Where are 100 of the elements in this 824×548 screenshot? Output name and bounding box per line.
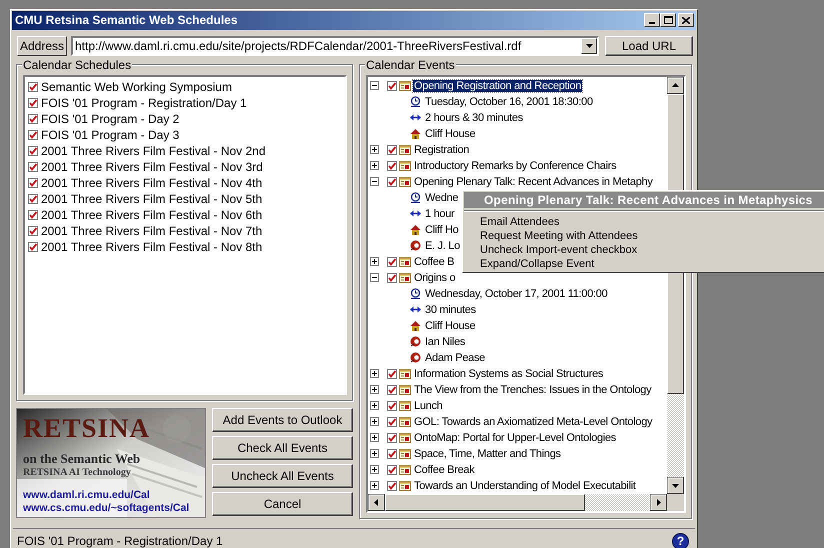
checkbox[interactable] xyxy=(28,178,38,188)
action-button[interactable]: Check All Events xyxy=(212,436,353,460)
checkbox[interactable] xyxy=(387,464,397,475)
event-item[interactable]: Registration xyxy=(413,144,470,156)
event-item[interactable]: Coffee Break xyxy=(413,464,476,476)
event-item[interactable]: Introductory Remarks by Conference Chairs xyxy=(413,160,618,172)
event-item[interactable]: Towards an Understanding of Model Executabilit xyxy=(413,480,637,492)
expand-icon[interactable] xyxy=(370,433,379,442)
expand-icon[interactable] xyxy=(370,465,379,474)
maximize-button[interactable] xyxy=(660,13,676,28)
collapse-icon[interactable] xyxy=(370,273,379,282)
calendar-icon xyxy=(399,480,411,491)
action-button[interactable]: Cancel xyxy=(212,492,353,516)
menu-item[interactable]: Uncheck Import-event checkbox xyxy=(464,243,824,257)
address-field[interactable]: http://www.daml.ri.cmu.edu/site/projects/RDFCalendar/2001-ThreeRiversFestival.rdf xyxy=(71,36,599,56)
checkbox[interactable] xyxy=(387,176,397,187)
menu-item[interactable]: Request Meeting with Attendees xyxy=(464,229,824,243)
action-button[interactable]: Add Events to Outlook xyxy=(212,408,353,432)
event-item[interactable]: OntoMap: Portal for Upper-Level Ontologies xyxy=(413,432,618,444)
schedule-item[interactable]: Semantic Web Working Symposium xyxy=(41,80,232,94)
calendar-icon xyxy=(399,176,411,187)
checkbox[interactable] xyxy=(28,82,38,92)
expand-icon[interactable] xyxy=(370,385,379,394)
close-icon xyxy=(682,16,690,24)
expand-icon[interactable] xyxy=(370,161,379,170)
checkbox[interactable] xyxy=(387,448,397,459)
event-item[interactable]: Opening Plenary Talk: Recent Advances in Metaphy xyxy=(413,176,654,188)
event-item[interactable]: Opening Registration and Reception xyxy=(413,80,582,92)
checkbox[interactable] xyxy=(28,242,38,252)
checkbox[interactable] xyxy=(28,194,38,204)
menu-item[interactable]: Email Attendees xyxy=(464,215,824,229)
status-text: FOIS '01 Program - Registration/Day 1 xyxy=(17,534,224,548)
maximize-icon xyxy=(664,16,672,24)
event-item[interactable]: Coffee B xyxy=(413,256,456,268)
schedule-item[interactable]: 2001 Three Rivers Film Festival - Nov 2nd xyxy=(41,144,266,158)
collapse-icon[interactable] xyxy=(370,81,379,90)
checkbox[interactable] xyxy=(387,272,397,283)
checkbox[interactable] xyxy=(387,368,397,379)
checkbox[interactable] xyxy=(28,162,38,172)
scroll-down-button[interactable] xyxy=(667,476,684,494)
scroll-thumb[interactable] xyxy=(385,494,585,511)
checkbox[interactable] xyxy=(387,480,397,491)
banner-link[interactable]: www.cs.cmu.edu/~softagents/Cal xyxy=(23,502,190,514)
minimize-button[interactable] xyxy=(644,13,660,28)
calendar-icon xyxy=(399,432,411,443)
checkbox[interactable] xyxy=(387,400,397,411)
caret-icon xyxy=(586,44,592,48)
load-url-button[interactable]: Load URL xyxy=(605,36,693,56)
checkbox[interactable] xyxy=(28,114,38,124)
schedule-item[interactable]: 2001 Three Rivers Film Festival - Nov 4th xyxy=(41,176,262,190)
scrollbar-corner xyxy=(667,494,684,511)
schedule-item[interactable]: FOIS '01 Program - Day 2 xyxy=(41,112,180,126)
event-item[interactable]: Lunch xyxy=(413,400,444,412)
schedule-item[interactable]: 2001 Three Rivers Film Festival - Nov 6th xyxy=(41,208,262,222)
checkbox[interactable] xyxy=(28,98,38,108)
schedule-item[interactable]: 2001 Three Rivers Film Festival - Nov 8th xyxy=(41,240,262,254)
double-arrow-icon xyxy=(410,112,421,124)
checkbox[interactable] xyxy=(387,80,397,91)
action-button[interactable]: Uncheck All Events xyxy=(212,464,353,488)
scroll-up-button[interactable] xyxy=(667,76,684,94)
schedule-item[interactable]: 2001 Three Rivers Film Festival - Nov 5th xyxy=(41,192,262,206)
expand-icon[interactable] xyxy=(370,417,379,426)
checkbox[interactable] xyxy=(387,256,397,267)
event-item[interactable]: Origins o xyxy=(413,272,456,284)
expand-icon[interactable] xyxy=(370,449,379,458)
calendar-icon xyxy=(399,400,411,411)
expand-icon[interactable] xyxy=(370,401,379,410)
expand-icon[interactable] xyxy=(370,481,379,490)
checkbox[interactable] xyxy=(28,130,38,140)
help-button[interactable]: ? xyxy=(672,532,689,548)
event-item[interactable]: Information Systems as Social Structures xyxy=(413,368,604,380)
event-item[interactable]: GOL: Towards an Axiomatized Meta-Level Ontology xyxy=(413,416,654,428)
logo-text: RETSINA xyxy=(23,412,150,444)
scroll-right-button[interactable] xyxy=(650,494,667,511)
menu-item[interactable]: Expand/Collapse Event xyxy=(464,257,824,271)
event-item[interactable]: Space, Time, Matter and Things xyxy=(413,448,562,460)
dropdown-button[interactable] xyxy=(581,38,597,54)
schedule-item[interactable]: 2001 Three Rivers Film Festival - Nov 3rd xyxy=(41,160,263,174)
collapse-icon[interactable] xyxy=(370,177,379,186)
checkbox[interactable] xyxy=(387,160,397,171)
banner-link[interactable]: www.daml.ri.cmu.edu/Cal xyxy=(23,488,150,501)
close-button[interactable] xyxy=(678,13,694,28)
checkbox[interactable] xyxy=(387,384,397,395)
expand-icon[interactable] xyxy=(370,145,379,154)
checkbox[interactable] xyxy=(387,416,397,427)
expand-icon[interactable] xyxy=(370,257,379,266)
checkbox[interactable] xyxy=(28,146,38,156)
expand-icon[interactable] xyxy=(370,369,379,378)
menu-title: Opening Plenary Talk: Recent Advances in Metaphysics xyxy=(464,192,824,208)
schedule-item[interactable]: 2001 Three Rivers Film Festival - Nov 7th xyxy=(41,224,262,238)
horizontal-scrollbar[interactable] xyxy=(368,494,667,511)
address-button[interactable]: Address xyxy=(17,36,67,56)
checkbox[interactable] xyxy=(387,432,397,443)
schedule-item[interactable]: FOIS '01 Program - Day 3 xyxy=(41,128,180,142)
scroll-left-button[interactable] xyxy=(368,494,385,511)
checkbox[interactable] xyxy=(387,144,397,155)
schedule-item[interactable]: FOIS '01 Program - Registration/Day 1 xyxy=(41,96,247,110)
checkbox[interactable] xyxy=(28,226,38,236)
event-item[interactable]: The View from the Trenches: Issues in the Ontology xyxy=(413,384,652,396)
checkbox[interactable] xyxy=(28,210,38,220)
